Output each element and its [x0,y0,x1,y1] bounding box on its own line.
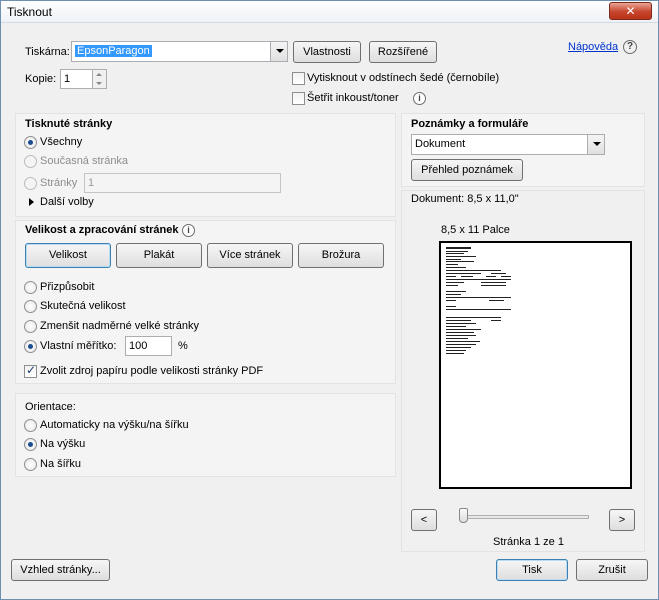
page-preview [439,241,632,489]
close-icon: ✕ [625,4,636,18]
copies-label: Kopie: [25,73,57,85]
save-ink-checkbox[interactable] [292,92,305,105]
orientation-portrait-label: Na výšku [40,438,86,450]
comments-value: Dokument [415,138,466,150]
window-title: Tisknout [7,5,52,19]
pages-range-input[interactable]: 1 [84,173,281,193]
tab-booklet[interactable]: Brožura [298,243,384,268]
comments-title: Poznámky a formuláře [411,118,529,130]
properties-button[interactable]: Vlastnosti [293,41,361,63]
help-icon[interactable]: ? [623,40,637,54]
paper-source-label: Zvolit zdroj papíru podle velikosti strá… [40,365,264,377]
actual-size-label: Skutečná velikost [40,300,126,312]
orientation-title: Orientace: [25,401,76,413]
copies-input[interactable]: 1 [60,69,93,89]
grayscale-checkbox[interactable] [292,72,305,85]
copies-spinner[interactable] [92,69,107,89]
page-slider-thumb[interactable] [459,508,468,523]
chevron-right-icon: > [618,514,626,526]
tab-poster[interactable]: Plakát [116,243,202,268]
shrink-label: Zmenšit nadměrné velké stránky [40,320,199,332]
printer-value: EpsonParagon [75,45,152,57]
shrink-radio[interactable] [24,320,37,333]
actual-size-radio[interactable] [24,300,37,313]
info-icon[interactable]: i [182,224,195,237]
spin-down-icon [96,82,102,85]
prev-page-button[interactable]: < [411,509,437,531]
paper-source-checkbox[interactable] [24,363,37,378]
fit-label: Přizpůsobit [40,281,95,293]
chevron-down-icon [587,135,604,154]
comments-select[interactable]: Dokument [411,134,605,155]
tab-multiple-pages[interactable]: Více stránek [207,243,293,268]
save-ink-label: Šetřit inkoust/toner [307,92,399,104]
close-button[interactable]: ✕ [609,2,652,20]
tab-size[interactable]: Velikost [25,243,111,268]
title-bar: Tisknout ✕ [1,1,658,23]
pages-current-label: Současná stránka [40,155,129,167]
orientation-auto-radio[interactable] [24,419,37,432]
orientation-auto-label: Automaticky na výšku/na šířku [40,419,189,431]
pages-range-label: Stránky [40,177,78,189]
custom-scale-input[interactable]: 100 [125,336,172,356]
print-dialog: Tisknout ✕ Tiskárna: EpsonParagon Vlastn… [0,0,659,600]
sizing-panel-title: Velikost a zpracování stránek [25,224,179,236]
page-setup-button[interactable]: Vzhled stránky... [11,559,110,581]
printer-label: Tiskárna: [25,46,70,58]
comments-summary-button[interactable]: Přehled poznámek [411,159,523,181]
orientation-landscape-label: Na šířku [40,458,81,470]
chevron-down-icon [270,42,287,61]
fit-radio[interactable] [24,281,37,294]
grayscale-label: Vytisknout v odstínech šedé (černobíle) [307,72,500,84]
paper-size: 8,5 x 11 Palce [441,224,510,236]
expand-arrow-icon[interactable] [29,198,34,206]
help-link[interactable]: Nápověda [568,41,618,53]
cancel-button[interactable]: Zrušit [576,559,648,581]
info-icon[interactable]: i [413,92,426,105]
spin-up-icon [96,73,102,76]
printer-select[interactable]: EpsonParagon [71,41,288,62]
pages-all-radio[interactable] [24,136,37,149]
next-page-button[interactable]: > [609,509,635,531]
chevron-left-icon: < [420,514,428,526]
orientation-portrait-radio[interactable] [24,438,37,451]
advanced-button[interactable]: Rozšířené [369,41,437,63]
page-slider[interactable] [459,515,589,519]
pages-panel-title: Tisknuté stránky [25,118,113,130]
print-button[interactable]: Tisk [496,559,568,581]
more-options-link[interactable]: Další volby [40,196,94,208]
custom-scale-label: Vlastní měřítko: [40,340,117,352]
page-thumbnail [446,247,511,354]
pages-current-radio[interactable] [24,155,37,168]
percent-label: % [178,340,188,352]
document-size: Dokument: 8,5 x 11,0" [411,193,519,205]
custom-scale-radio[interactable] [24,340,37,353]
pages-range-radio[interactable] [24,177,37,190]
orientation-landscape-radio[interactable] [24,458,37,471]
pages-all-label: Všechny [40,136,83,148]
page-status: Stránka 1 ze 1 [493,536,564,548]
